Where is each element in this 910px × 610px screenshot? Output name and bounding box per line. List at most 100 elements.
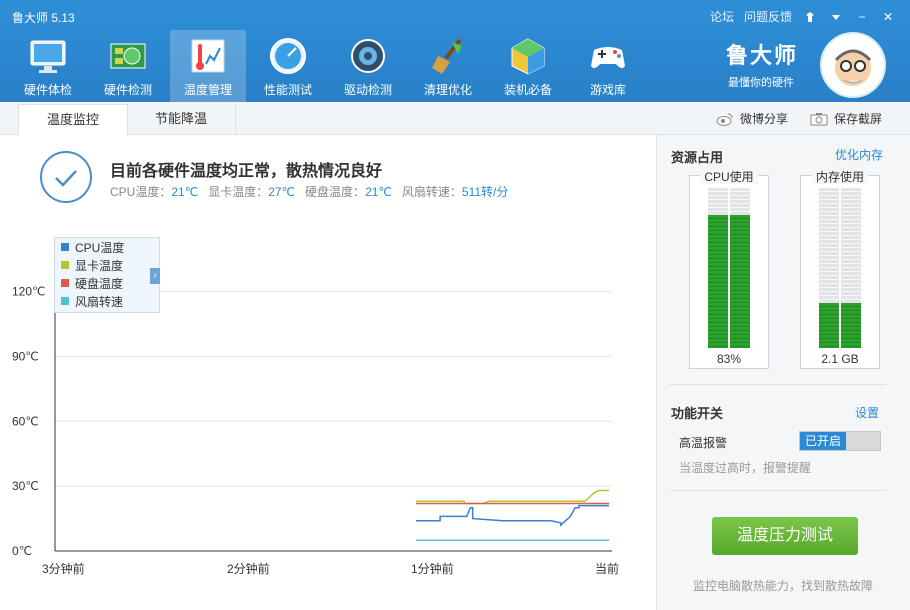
nav-item-essentials[interactable]: 装机必备 (490, 30, 566, 102)
toggle-state: 已开启 (800, 432, 846, 450)
y-tick-label: 120℃ (12, 285, 46, 299)
cpu-usage-meter: CPU使用 83% (689, 170, 769, 369)
nav-item-cleanup[interactable]: 清理优化 (410, 30, 486, 102)
fan-speed-value: 511转/分 (461, 185, 509, 199)
nav-label: 性能测试 (263, 83, 312, 97)
divider (669, 384, 887, 385)
chip-icon (110, 43, 146, 69)
stress-test-note: 监控电脑散热能力，找到散热故障 (693, 579, 874, 593)
resources-title: 资源占用 (671, 150, 724, 165)
nav-label: 游戏库 (589, 83, 626, 97)
y-tick-label: 60℃ (12, 414, 39, 428)
memory-usage-value: 2.1 GB (821, 352, 859, 366)
status-title: 目前各硬件温度均正常，散热情况良好 (110, 163, 383, 180)
legend-label: 硬盘温度 (75, 276, 124, 291)
cpu-temp-value: 21℃ (171, 185, 199, 199)
feedback-link[interactable]: 问题反馈 (744, 8, 792, 25)
legend-label: 风扇转速 (75, 294, 124, 309)
legend-item-disk[interactable]: 硬盘温度 (55, 274, 159, 292)
y-tick-label: 90℃ (12, 349, 39, 363)
status-readings: CPU温度：21℃ 显卡温度：27℃ 硬盘温度：21℃ 风扇转速：511转/分 (110, 183, 508, 200)
nav-item-games[interactable]: 游戏库 (570, 30, 646, 102)
fan-speed-label: 风扇转速： (401, 185, 462, 199)
series-line (416, 504, 609, 527)
topbar-links: 论坛 问题反馈 − ✕ (710, 8, 896, 25)
disk-temp-label: 硬盘温度： (305, 185, 366, 199)
nav-label: 驱动检测 (343, 83, 392, 97)
app-title: 鲁大师 5.13 (12, 11, 75, 25)
chevron-down-icon[interactable] (828, 9, 844, 25)
chart-legend: CPU温度 显卡温度 硬盘温度 风扇转速 › (54, 237, 160, 313)
weibo-share-button[interactable]: 微博分享 (716, 110, 788, 127)
y-tick-label: 0℃ (12, 544, 32, 558)
save-screenshot-button[interactable]: 保存截屏 (810, 110, 882, 127)
stress-test-button[interactable]: 温度压力测试 (712, 517, 858, 555)
gauge-icon (270, 38, 306, 74)
cpu-temp-label: CPU温度： (110, 185, 172, 199)
brand-name: 鲁大师 (726, 43, 799, 68)
high-temp-alarm-toggle[interactable]: 已开启 (799, 431, 881, 451)
nav-label: 硬件检测 (103, 83, 152, 97)
nav-label: 温度管理 (183, 83, 232, 97)
app-window: 鲁大师 5.13 论坛 问题反馈 − ✕ 硬件体检 硬件检测 温度管理 性能测试… (0, 0, 910, 610)
x-tick-label: 2分钟前 (227, 561, 270, 576)
legend-label: 显卡温度 (75, 258, 124, 273)
camera-icon (810, 112, 828, 125)
legend-item-fan[interactable]: 风扇转速 (55, 292, 159, 310)
gamepad-icon (591, 47, 625, 69)
disk-temp-value: 21℃ (365, 185, 392, 199)
y-tick-label: 30℃ (12, 479, 39, 493)
gpu-temp-label: 显卡温度： (208, 185, 269, 199)
nav-item-hardware-check[interactable]: 硬件体检 (10, 30, 86, 102)
settings-link[interactable]: 设置 (855, 404, 879, 421)
broom-icon (432, 38, 462, 74)
cpu-usage-value: 83% (716, 352, 742, 366)
main-nav: 硬件体检 硬件检测 温度管理 性能测试 驱动检测 清理优化 装机必备 游戏库 (10, 30, 650, 102)
chevron-right-icon[interactable]: › (150, 268, 160, 284)
high-temp-alarm-label: 高温报警 (679, 436, 728, 450)
optimize-memory-link[interactable]: 优化内存 (835, 146, 883, 163)
nav-item-temperature[interactable]: 温度管理 (170, 30, 246, 102)
brand-slogan: 最懂你的硬件 (728, 77, 794, 89)
nav-item-driver[interactable]: 驱动检测 (330, 30, 406, 102)
tab-energy-saving[interactable]: 节能降温 (127, 104, 236, 135)
legend-item-gpu[interactable]: 显卡温度 (55, 256, 159, 274)
weibo-share-label: 微博分享 (740, 112, 789, 126)
weibo-icon (716, 113, 733, 126)
tab-temperature-monitor[interactable]: 温度监控 (18, 104, 128, 136)
check-icon (40, 151, 92, 203)
alarm-hint: 当温度过高时，报警提醒 (679, 461, 812, 475)
header: 鲁大师 5.13 论坛 问题反馈 − ✕ 硬件体检 硬件检测 温度管理 性能测试… (0, 0, 910, 102)
legend-item-cpu[interactable]: CPU温度 (55, 238, 159, 256)
nav-label: 清理优化 (423, 83, 472, 97)
brand: 鲁大师 最懂你的硬件 (726, 32, 886, 98)
minimize-button[interactable]: − (854, 9, 870, 25)
series-line (416, 489, 609, 505)
features-title: 功能开关 (671, 406, 724, 421)
x-tick-label: 1分钟前 (411, 561, 454, 576)
subtabs: 温度监控 节能降温 微博分享 保存截屏 (0, 102, 910, 136)
avatar (820, 32, 886, 98)
thermometer-icon (191, 39, 225, 73)
gear-icon (351, 39, 385, 73)
cpu-usage-label: CPU使用 (700, 170, 758, 184)
legend-label: CPU温度 (75, 240, 125, 255)
nav-item-hardware-detect[interactable]: 硬件检测 (90, 30, 166, 102)
monitor-icon (30, 40, 66, 73)
memory-usage-meter: 内存使用 2.1 GB (800, 170, 880, 369)
close-button[interactable]: ✕ (880, 9, 896, 25)
gpu-temp-value: 27℃ (268, 185, 296, 199)
nav-label: 硬件体检 (23, 83, 72, 97)
skin-icon[interactable] (802, 9, 818, 25)
forum-link[interactable]: 论坛 (710, 8, 734, 25)
divider (669, 490, 887, 491)
memory-usage-label: 内存使用 (811, 170, 868, 184)
side-panel: 资源占用 优化内存 CPU使用 83% 内存使用 2.1 GB 功能开关 设置 … (656, 135, 910, 610)
nav-item-performance[interactable]: 性能测试 (250, 30, 326, 102)
nav-label: 装机必备 (503, 83, 552, 97)
cube-icon (511, 38, 545, 75)
save-screenshot-label: 保存截屏 (834, 112, 883, 126)
x-tick-label: 当前 (595, 561, 619, 576)
x-tick-label: 3分钟前 (42, 561, 85, 576)
temperature-panel: 目前各硬件温度均正常，散热情况良好 CPU温度：21℃ 显卡温度：27℃ 硬盘温… (0, 135, 655, 610)
